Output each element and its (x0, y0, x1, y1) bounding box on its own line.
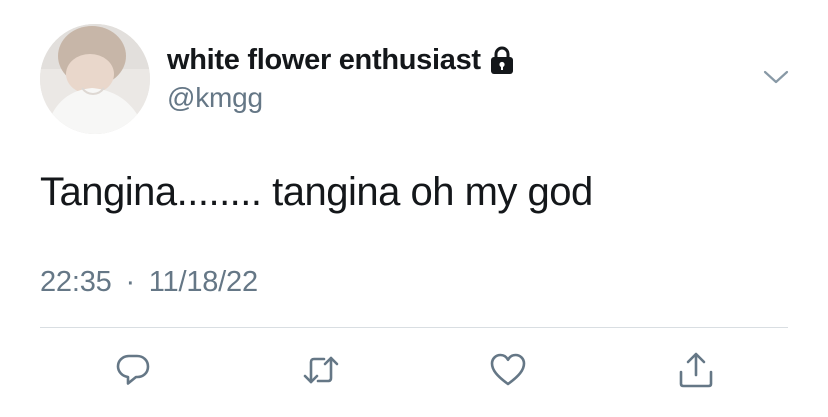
author-name-row[interactable]: white flower enthusiast (167, 40, 514, 80)
lock-icon (490, 45, 514, 75)
username-handle[interactable]: @kmgg (167, 82, 263, 114)
tweet-date: 11/18/22 (148, 266, 258, 298)
reply-button[interactable] (113, 350, 153, 390)
tweet-time: 22:35 (40, 266, 112, 298)
timestamp-separator: · (125, 266, 135, 298)
retweet-button[interactable] (301, 350, 341, 390)
heart-icon (490, 353, 526, 386)
tweet-card: white flower enthusiast @kmgg Tangina...… (0, 0, 828, 417)
chevron-down-icon[interactable] (763, 66, 789, 88)
retweet-icon (303, 356, 339, 384)
avatar-photo (40, 24, 150, 134)
divider (40, 327, 788, 328)
share-button[interactable] (676, 350, 716, 390)
avatar[interactable] (40, 24, 150, 134)
tweet-text: Tangina........ tangina oh my god (40, 170, 593, 214)
tweet-timestamp[interactable]: 22:35 · 11/18/22 (40, 266, 258, 299)
like-button[interactable] (488, 350, 528, 390)
display-name[interactable]: white flower enthusiast (167, 44, 481, 77)
share-icon (679, 352, 713, 388)
reply-icon (116, 354, 150, 385)
